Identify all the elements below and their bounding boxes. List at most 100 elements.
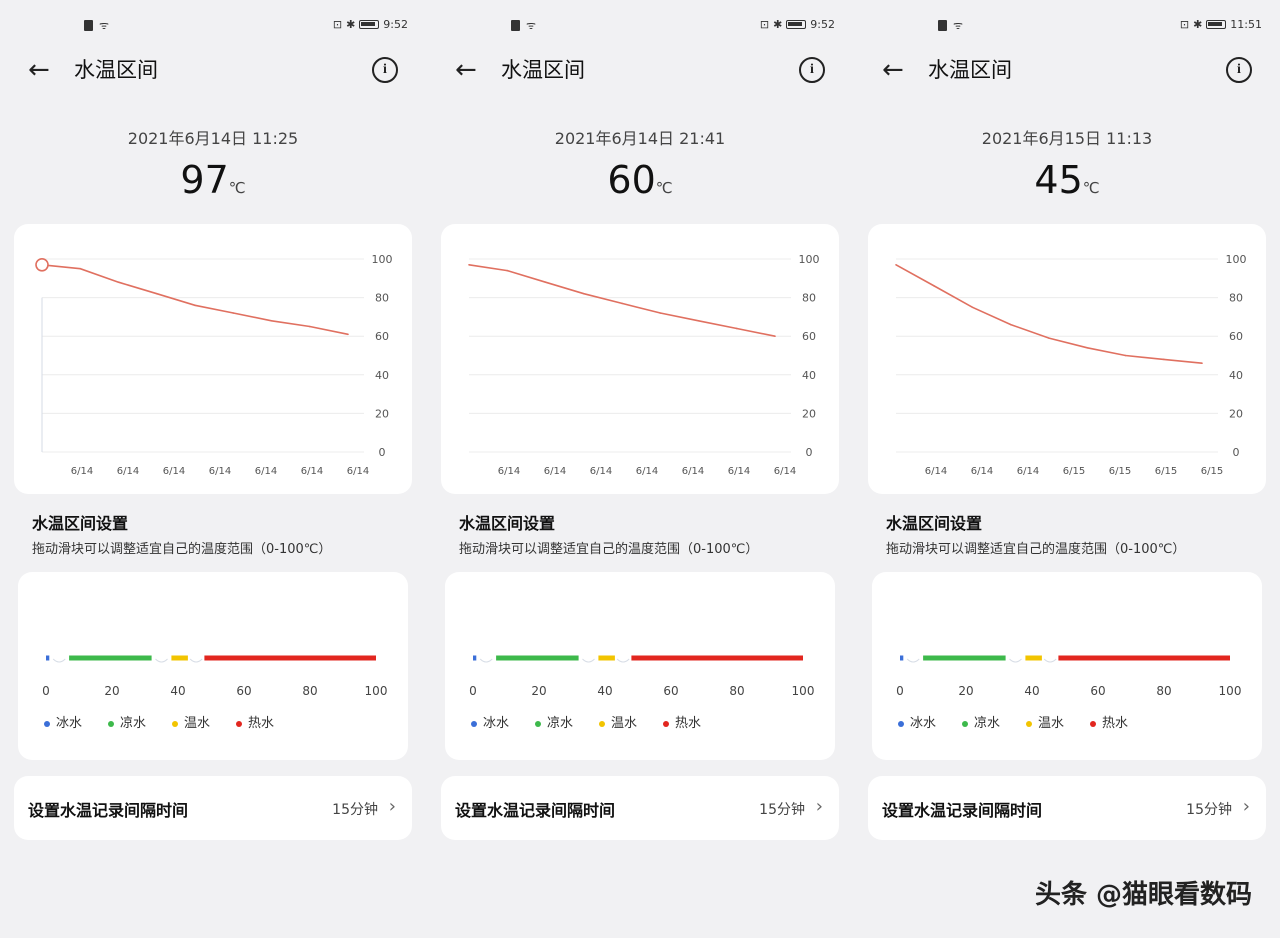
x-tick-label: 6/14	[163, 466, 185, 477]
data-point	[659, 312, 662, 314]
slider-handle	[52, 647, 67, 661]
temperature-chart-card[interactable]: 100 80 60 40 20 0 6/14 6/14 6/14 6/14 6/14 6/14 6/14	[14, 224, 412, 494]
legend-label: 温水	[1038, 716, 1065, 731]
selected-point-marker	[35, 257, 49, 272]
temperature-chart-card[interactable]: 100 80 60 40 20 0 6/14 6/14 6/14 6/15 6/15 6/15 6/15	[868, 224, 1266, 494]
legend-label: 凉水	[547, 716, 574, 731]
legend-label: 热水	[1102, 716, 1129, 731]
chevron-right-icon: ›	[815, 796, 823, 817]
slider-handle	[479, 647, 494, 661]
phone-screen: ᯤ ⊡ ✱ 9:52 ← 水温区间 i 2021年6月14日 21:41 60℃…	[427, 0, 853, 938]
wifi-icon: ᯤ	[99, 19, 110, 32]
current-temperature: 45℃	[854, 158, 1280, 202]
section-subtitle: 拖动滑块可以调整适宜自己的温度范围（0-100℃）	[32, 542, 332, 557]
x-tick-label: 6/14	[728, 466, 750, 477]
interval-setting-row[interactable]: 设置水温记录间隔时间 15分钟 ›	[441, 776, 839, 840]
phone-screen: ᯤ ⊡ ✱ 11:51 ← 水温区间 i 2021年6月15日 11:13 45…	[854, 0, 1280, 938]
legend-item: 热水	[663, 712, 701, 731]
back-arrow-icon[interactable]: ←	[882, 56, 910, 84]
data-point	[194, 304, 196, 307]
info-icon[interactable]: i	[372, 57, 398, 83]
battery-icon	[1206, 20, 1227, 29]
x-tick-label: 6/14	[498, 466, 520, 477]
bluetooth-icon: ✱	[773, 18, 783, 31]
back-arrow-icon[interactable]: ←	[455, 56, 483, 84]
slider-handle	[189, 647, 204, 661]
interval-setting-row[interactable]: 设置水温记录间隔时间 15分钟 ›	[14, 776, 412, 840]
x-tick-label: 6/15	[1201, 466, 1223, 477]
range-slider[interactable]: 0 20 40 60 80 100	[872, 572, 1262, 702]
legend-label: 温水	[184, 716, 211, 731]
range-tick-label: 60	[663, 684, 678, 698]
range-legend: 冰水 凉水 温水 热水	[471, 712, 701, 731]
info-icon[interactable]: i	[1226, 57, 1252, 83]
reading-datetime: 2021年6月14日 11:25	[127, 129, 299, 148]
data-point	[232, 312, 235, 314]
y-tick-label: 0	[1233, 446, 1240, 459]
legend-item: 温水	[172, 712, 210, 731]
x-tick-label: 6/14	[544, 466, 566, 477]
x-tick-label: 6/14	[255, 466, 277, 477]
temperature-value: 97	[180, 158, 229, 202]
range-tick-label: 100	[792, 684, 815, 698]
interval-setting-row[interactable]: 设置水温记录间隔时间 15分钟 ›	[868, 776, 1266, 840]
data-point	[1124, 354, 1127, 357]
x-tick-label: 6/14	[209, 466, 231, 477]
legend-item: 凉水	[108, 712, 146, 731]
legend-dot	[663, 720, 670, 727]
data-point	[79, 267, 82, 270]
legend-dot	[471, 720, 477, 727]
legend-dot	[236, 720, 243, 727]
data-point	[1201, 362, 1203, 365]
temperature-chart[interactable]: 100 80 60 40 20 0 6/14 6/14 6/14 6/14 6/14 6/14 6/14	[441, 224, 839, 494]
nfc-icon: ⊡	[332, 18, 343, 31]
info-icon[interactable]: i	[799, 57, 825, 83]
y-tick-label: 40	[802, 369, 816, 382]
legend-dot	[1026, 720, 1033, 727]
x-tick-label: 6/14	[71, 466, 93, 477]
data-point	[1086, 346, 1089, 349]
range-tick-label: 40	[1024, 684, 1039, 698]
range-slider[interactable]: 0 20 40 60 80 100	[445, 572, 835, 702]
y-tick-label: 20	[802, 407, 816, 420]
temperature-chart[interactable]: 100 80 60 40 20 0 6/14 6/14 6/14 6/14 6/14 6/14 6/14	[14, 224, 412, 494]
temperature-chart-card[interactable]: 100 80 60 40 20 0 6/14 6/14 6/14 6/14 6/14 6/14 6/14	[441, 224, 839, 494]
back-arrow-icon[interactable]: ←	[28, 56, 56, 84]
temperature-chart[interactable]: 100 80 60 40 20 0 6/14 6/14 6/14 6/15 6/15 6/15 6/15	[868, 224, 1266, 494]
legend-label: 凉水	[120, 716, 147, 731]
series-line	[895, 264, 1203, 364]
series-line	[41, 264, 349, 336]
status-time: 11:51	[1230, 18, 1262, 31]
sim-icon	[511, 20, 520, 31]
y-tick-label: 80	[375, 292, 389, 305]
legend-item: 热水	[236, 712, 274, 731]
y-tick-label: 0	[379, 446, 386, 459]
reading-datetime: 2021年6月15日 11:13	[981, 129, 1153, 148]
y-tick-label: 40	[1229, 369, 1243, 382]
page-title: 水温区间	[74, 58, 158, 82]
legend-item: 热水	[1090, 712, 1128, 731]
y-tick-label: 0	[806, 446, 813, 459]
range-tick-label: 80	[1156, 684, 1171, 698]
legend-item: 冰水	[44, 712, 82, 731]
bluetooth-icon: ✱	[1193, 18, 1203, 31]
legend-item: 冰水	[471, 712, 509, 731]
section-title: 水温区间设置	[459, 514, 556, 533]
legend-item: 凉水	[535, 712, 573, 731]
temperature-unit: ℃	[655, 179, 673, 197]
y-tick-label: 100	[1226, 253, 1247, 266]
data-point	[347, 333, 349, 336]
range-tick-label: 60	[236, 684, 251, 698]
status-bar: ᯤ ⊡ ✱ 11:51	[854, 18, 1280, 36]
legend-dot	[1090, 720, 1097, 727]
x-tick-label: 6/14	[347, 466, 369, 477]
range-tick-label: 0	[896, 684, 904, 698]
range-slider[interactable]: 0 20 40 60 80 100	[18, 572, 408, 702]
data-point	[308, 325, 311, 328]
x-tick-label: 6/14	[590, 466, 612, 477]
interval-value: 15分钟	[759, 802, 805, 818]
interval-label: 设置水温记录间隔时间	[882, 801, 1043, 820]
x-tick-label: 6/14	[682, 466, 704, 477]
app-header: ← 水温区间 i	[427, 52, 853, 88]
y-tick-label: 20	[1229, 407, 1243, 420]
